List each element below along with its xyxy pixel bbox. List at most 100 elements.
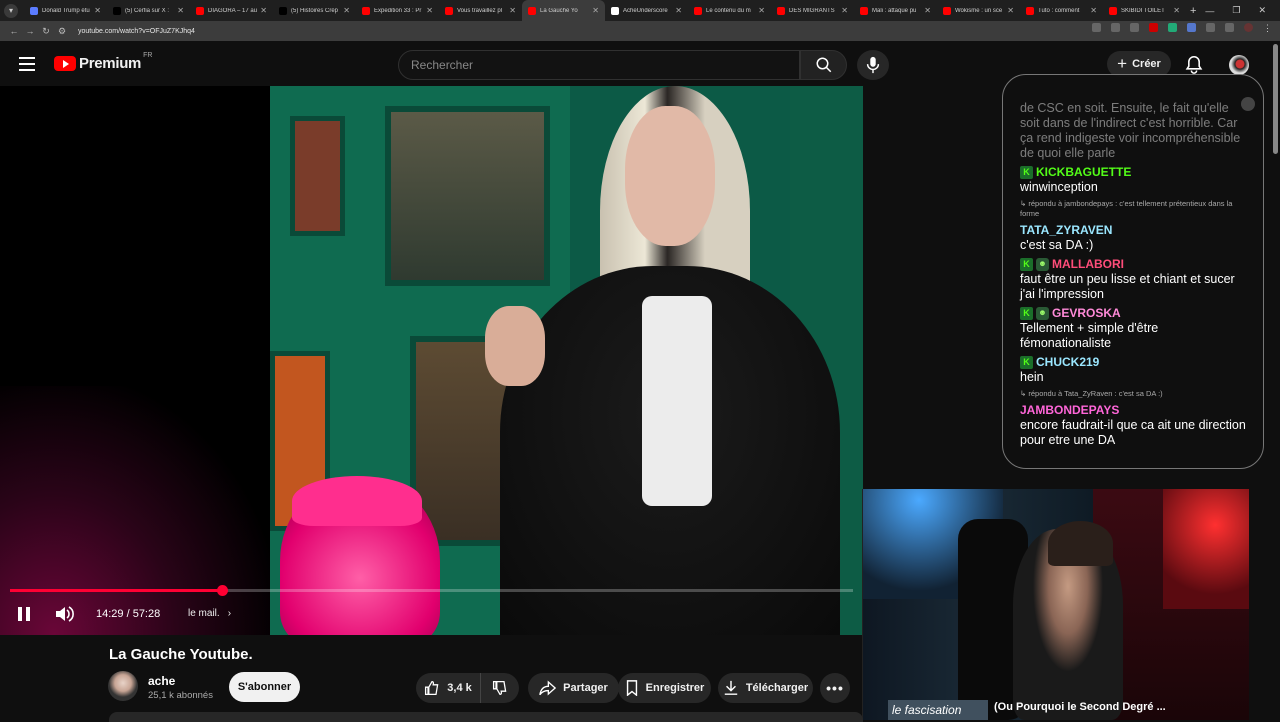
chapter-button[interactable]: le mail. › xyxy=(188,608,231,619)
pause-icon xyxy=(18,607,30,621)
chat-message: K CHUCK219 hein xyxy=(1020,354,1251,385)
browser-tab[interactable]: Wokisme : un sce ✕ xyxy=(937,0,1020,21)
profile-icon[interactable] xyxy=(1244,23,1253,32)
tab-favicon-icon xyxy=(694,6,702,15)
minimize-icon[interactable]: — xyxy=(1205,6,1214,16)
voice-search-button[interactable] xyxy=(857,50,889,80)
tab-close-icon[interactable]: ✕ xyxy=(675,6,682,15)
tab-close-icon[interactable]: ✕ xyxy=(260,6,267,15)
tab-close-icon[interactable]: ✕ xyxy=(758,6,765,15)
download-button[interactable]: Télécharger xyxy=(718,673,813,703)
reload-icon[interactable]: ↻ xyxy=(38,26,54,37)
more-actions-button[interactable]: ••• xyxy=(820,673,850,703)
browser-menu-icon[interactable]: ⋮ xyxy=(1263,23,1272,33)
youtube-logo[interactable]: Premium FR xyxy=(54,52,152,72)
maximize-icon[interactable]: ❐ xyxy=(1232,5,1240,16)
browser-tab[interactable]: Donald Trump étu ✕ xyxy=(24,0,107,21)
microphone-icon xyxy=(866,56,880,74)
bookmark-star-icon[interactable] xyxy=(1130,23,1139,32)
browser-tab[interactable]: (5) Cerfia sur X : ✕ xyxy=(107,0,190,21)
create-label: Créer xyxy=(1132,58,1161,70)
zoom-icon[interactable] xyxy=(1111,23,1120,32)
tab-title: DES MIGRANTS xyxy=(789,7,835,14)
save-button[interactable]: Enregistrer xyxy=(618,673,711,703)
browser-tab[interactable]: DES MIGRANTS ✕ xyxy=(771,0,854,21)
tab-close-icon[interactable]: ✕ xyxy=(177,6,184,15)
browser-tab[interactable]: SKIBIDI TOILET ✕ xyxy=(1103,0,1186,21)
share-label: Partager xyxy=(563,682,608,694)
extensions-puzzle-icon[interactable] xyxy=(1225,23,1234,32)
share-icon xyxy=(539,680,557,696)
browser-tab[interactable]: Vous travaillez pl ✕ xyxy=(439,0,522,21)
chat-username[interactable]: TATA_ZYRAVEN xyxy=(1020,222,1251,238)
close-window-icon[interactable]: ✕ xyxy=(1258,5,1266,16)
volume-button[interactable] xyxy=(54,605,74,628)
tab-close-icon[interactable]: ✕ xyxy=(426,6,433,15)
like-button[interactable]: 3,4 k xyxy=(416,673,480,703)
extension-icon[interactable] xyxy=(1206,23,1215,32)
chat-message-text: winwinception xyxy=(1020,180,1098,194)
tab-close-icon[interactable]: ✕ xyxy=(1090,6,1097,15)
tab-strip: Donald Trump étu ✕ (5) Cerfia sur X : ✕ DIAG… xyxy=(24,0,1186,21)
search-input[interactable]: Rechercher xyxy=(398,50,800,80)
chat-username[interactable]: K ☻ GEVROSKA xyxy=(1020,305,1251,321)
new-tab-icon[interactable]: + xyxy=(1190,5,1196,17)
url-field[interactable]: youtube.com/watch?v=OFJuZ7KJhq4 xyxy=(78,28,195,35)
progress-scrubber[interactable] xyxy=(217,585,228,596)
search-button[interactable] xyxy=(800,50,847,80)
tab-close-icon[interactable]: ✕ xyxy=(1007,6,1014,15)
chat-username[interactable]: JAMBONDEPAYS xyxy=(1020,402,1251,418)
install-icon[interactable] xyxy=(1092,23,1101,32)
tab-favicon-icon xyxy=(362,6,370,15)
browser-tab[interactable]: Le contenu du m ✕ xyxy=(688,0,771,21)
subscriber-badge-icon: ☻ xyxy=(1036,257,1049,271)
youtube-play-icon xyxy=(54,56,76,71)
tab-close-icon[interactable]: ✕ xyxy=(924,6,931,15)
browser-tab[interactable]: Mali : attaque pu ✕ xyxy=(854,0,937,21)
next-video-title[interactable]: (Ou Pourquoi le Second Degré ... xyxy=(994,701,1166,713)
tab-title: Donald Trump étu xyxy=(42,7,90,14)
tab-close-icon[interactable]: ✕ xyxy=(592,6,599,15)
chat-username[interactable]: K CHUCK219 xyxy=(1020,354,1251,370)
tab-close-icon[interactable]: ✕ xyxy=(841,6,848,15)
share-button[interactable]: Partager xyxy=(528,673,619,703)
webcam-overlay xyxy=(862,489,1249,720)
video-frame xyxy=(270,86,863,635)
channel-avatar[interactable] xyxy=(108,671,138,701)
back-icon[interactable]: ← xyxy=(6,26,22,36)
chat-username-text: GEVROSKA xyxy=(1052,306,1121,320)
tab-search-icon[interactable]: ▾ xyxy=(4,3,18,18)
chat-username-text: TATA_ZYRAVEN xyxy=(1020,223,1113,237)
site-info-icon[interactable]: ⚙ xyxy=(54,26,70,37)
subscriber-badge-icon: ☻ xyxy=(1036,306,1049,320)
description-box[interactable] xyxy=(109,712,863,722)
dislike-button[interactable] xyxy=(480,673,519,703)
forward-icon[interactable]: → xyxy=(22,26,38,36)
extension-icon[interactable] xyxy=(1187,23,1196,32)
chat-username[interactable]: K ☻ MALLABORI xyxy=(1020,256,1251,272)
channel-name[interactable]: ache xyxy=(148,674,175,688)
browser-tab[interactable]: La Gauche Yo ✕ xyxy=(522,0,605,21)
subscribe-button[interactable]: S'abonner xyxy=(229,672,300,702)
tab-close-icon[interactable]: ✕ xyxy=(343,6,350,15)
kick-badge-icon: K xyxy=(1020,355,1033,369)
browser-tab[interactable]: DIAGORA – 17 au ✕ xyxy=(190,0,273,21)
chat-message-text: faut être un peu lisse et chiant et suce… xyxy=(1020,272,1235,301)
account-avatar[interactable] xyxy=(1229,55,1249,75)
tab-close-icon[interactable]: ✕ xyxy=(94,6,101,15)
extension-icon[interactable] xyxy=(1168,23,1177,32)
page-scrollbar[interactable] xyxy=(1273,44,1278,154)
extension-icon[interactable] xyxy=(1149,23,1158,32)
video-player[interactable] xyxy=(0,86,863,635)
browser-tab[interactable]: AcheUnderscore ✕ xyxy=(605,0,688,21)
menu-icon[interactable] xyxy=(19,57,35,71)
browser-tab[interactable]: (5) Histoires Crép ✕ xyxy=(273,0,356,21)
tab-close-icon[interactable]: ✕ xyxy=(1173,6,1180,15)
browser-tab[interactable]: Tuto : comment ✕ xyxy=(1020,0,1103,21)
pause-button[interactable] xyxy=(15,605,33,628)
chat-username[interactable]: K KICKBAGUETTE xyxy=(1020,164,1251,180)
time-display: 14:29 / 57:28 xyxy=(96,608,161,620)
tab-close-icon[interactable]: ✕ xyxy=(509,6,516,15)
tab-favicon-icon xyxy=(528,6,536,15)
browser-tab[interactable]: Expedition 33 : Pr ✕ xyxy=(356,0,439,21)
